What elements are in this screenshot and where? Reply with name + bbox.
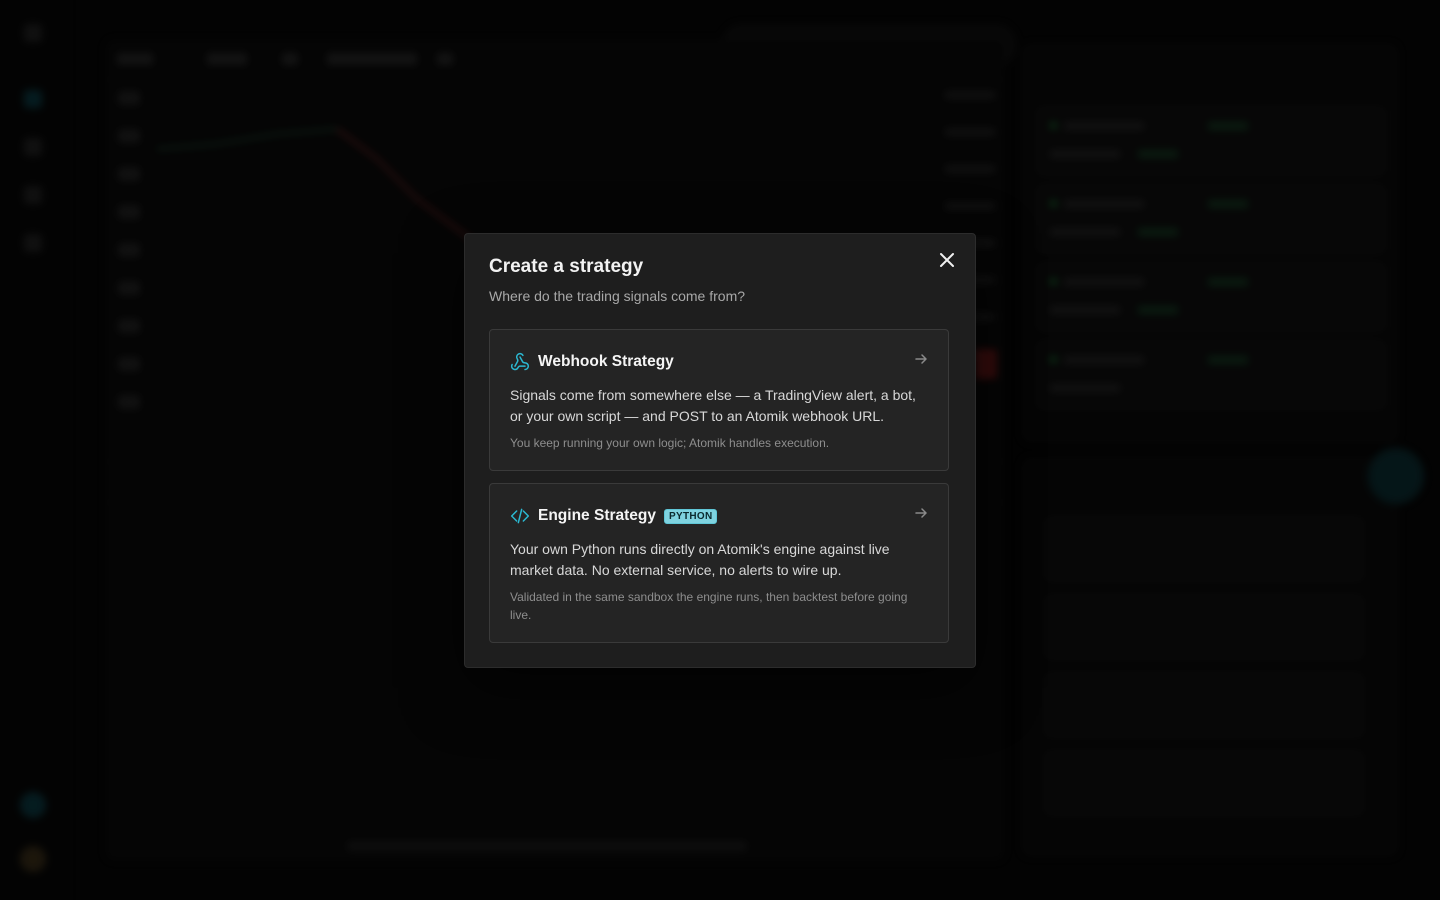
modal-subtitle: Where do the trading signals come from? (489, 288, 746, 304)
modal-title: Create a strategy (489, 256, 644, 277)
webhook-strategy-option[interactable]: Webhook Strategy Signals come from somew… (489, 329, 949, 471)
engine-strategy-option[interactable]: Engine Strategy PYTHON Your own Python r… (489, 483, 949, 643)
create-strategy-modal: Create a strategy Where do the trading s… (464, 233, 976, 668)
arrow-right-icon (915, 354, 927, 364)
webhook-icon (510, 352, 529, 371)
python-badge: PYTHON (664, 508, 718, 524)
option-description: Your own Python runs directly on Atomik'… (510, 541, 890, 578)
option-description: Signals come from somewhere else — a Tra… (510, 387, 916, 424)
close-button[interactable] (935, 248, 959, 272)
close-icon (940, 253, 954, 267)
option-title: Engine Strategy (538, 507, 656, 524)
arrow-right-icon (915, 508, 927, 518)
option-note: Validated in the same sandbox the engine… (510, 590, 908, 622)
option-note: You keep running your own logic; Atomik … (510, 436, 830, 450)
code-icon (510, 508, 530, 524)
option-title: Webhook Strategy (538, 353, 674, 370)
